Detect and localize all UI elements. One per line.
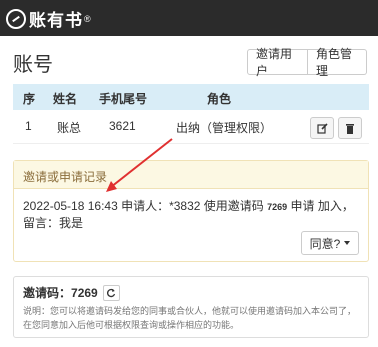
request-applicant: 申请人：*3832 使用邀请码 <box>117 199 268 213</box>
registered-mark: ® <box>84 13 91 24</box>
request-date: 2022-05-18 16:43 <box>23 199 118 213</box>
top-navbar: 账有书 ® <box>0 0 378 36</box>
invite-code-label: 邀请码： <box>23 286 72 300</box>
refresh-icon <box>107 288 116 297</box>
row-phone-tail: 3621 <box>109 119 136 133</box>
edit-icon <box>316 122 328 134</box>
invite-user-button[interactable]: 邀请用户 <box>247 47 308 78</box>
row-role: 出纳（管理权限） <box>176 121 273 135</box>
invite-code-note: 说明：您可以将邀请码发给您的同事或合伙人，他就可以使用邀请码加入本公司了，在您同… <box>23 306 357 330</box>
table-row: 1 账总 3621 出纳（管理权限） <box>13 110 369 144</box>
role-management-button[interactable]: 角色管理 <box>308 47 367 78</box>
agree-label: 同意? <box>309 236 341 251</box>
edit-button[interactable] <box>310 117 334 139</box>
row-name: 账总 <box>57 121 82 135</box>
column-header-phone: 手机尾号 <box>99 92 148 106</box>
request-code: 7269 <box>267 202 288 212</box>
caret-down-icon <box>344 241 351 245</box>
brand-logo[interactable]: 账有书 ® <box>6 6 91 31</box>
table-header: 序 姓名 手机尾号 角色 <box>13 84 369 110</box>
column-header-role: 角色 <box>207 92 232 106</box>
invite-code-value: 7269 <box>71 285 98 300</box>
brand-name: 账有书 <box>29 11 83 30</box>
agree-dropdown-button[interactable]: 同意? <box>301 231 359 255</box>
trash-icon <box>346 123 354 134</box>
row-index: 1 <box>25 119 32 133</box>
page-title: 账号 <box>13 54 53 76</box>
header-actions: 邀请用户 角色管理 <box>247 47 367 78</box>
invite-code-box: 邀请码： 7269 说明：您可以将邀请码发给您的同事或合伙人，他就可以使用邀请码… <box>13 276 369 338</box>
logo-icon <box>6 8 26 29</box>
column-header-name: 姓名 <box>53 92 78 106</box>
invite-code-line: 邀请码： 7269 <box>23 284 359 301</box>
column-header-index: 序 <box>23 92 36 106</box>
refresh-code-button[interactable] <box>102 284 120 301</box>
requests-panel-title: 邀请或申请记录 <box>14 161 368 189</box>
requests-panel: 邀请或申请记录 2022-05-18 16:43 申请人：*3832 使用邀请码… <box>13 160 369 262</box>
delete-button[interactable] <box>338 117 362 139</box>
